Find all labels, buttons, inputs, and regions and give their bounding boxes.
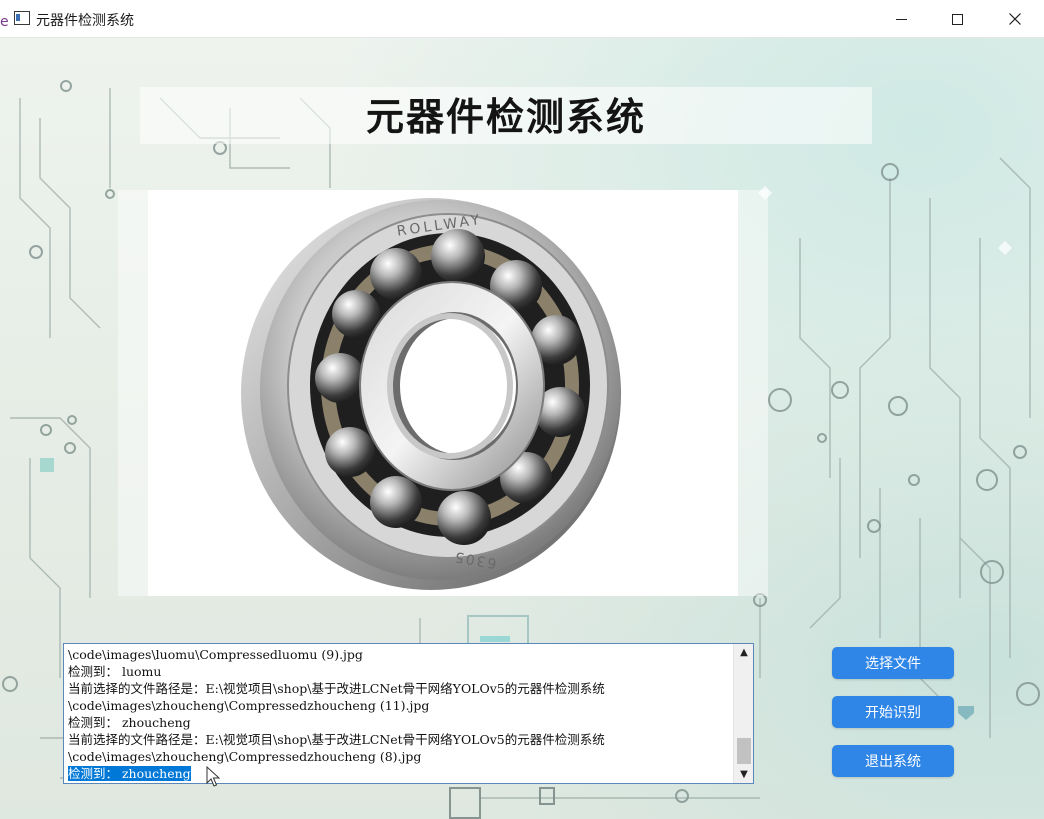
- app-window-icon: [14, 11, 30, 25]
- scroll-down-arrow-icon[interactable]: ▼: [734, 766, 754, 783]
- log-line: 检测到： luomu: [68, 664, 162, 679]
- log-scrollbar[interactable]: ▲ ▼: [733, 644, 753, 783]
- maximize-icon: [951, 13, 963, 25]
- log-line: \code\images\zhoucheng\Compressedzhouche…: [68, 749, 422, 764]
- log-lines: \code\images\luomu\Compressedluomu (9).j…: [68, 646, 732, 782]
- start-detect-button[interactable]: 开始识别: [832, 696, 954, 728]
- left-edge-artifacts: e: [0, 14, 9, 819]
- minimize-button[interactable]: [872, 0, 930, 38]
- edge-artifact: e: [0, 14, 9, 30]
- log-line-selected: 检测到： zhoucheng: [68, 765, 732, 782]
- maximize-button[interactable]: [928, 0, 986, 38]
- exit-system-button[interactable]: 退出系统: [832, 745, 954, 777]
- log-line: 检测到： zhoucheng: [68, 715, 191, 730]
- log-output-textarea[interactable]: \code\images\luomu\Compressedluomu (9).j…: [63, 643, 754, 784]
- log-line: 当前选择的文件路径是：E:\视觉项目\shop\基于改进LCNet骨干网络YOL…: [68, 732, 605, 747]
- log-line: \code\images\zhoucheng\Compressedzhouche…: [68, 698, 430, 713]
- minimize-icon: [895, 18, 907, 20]
- selected-text: 检测到： zhoucheng: [68, 766, 191, 781]
- log-line: 当前选择的文件路径是：E:\视觉项目\shop\基于改进LCNet骨干网络YOL…: [68, 681, 605, 696]
- close-button[interactable]: [986, 0, 1044, 38]
- mouse-cursor-icon: [206, 766, 221, 787]
- page-title: 元器件检测系统: [365, 95, 646, 139]
- detection-image-panel: ROLLWAY 6305: [148, 190, 738, 596]
- scroll-up-arrow-icon[interactable]: ▲: [734, 644, 754, 661]
- select-file-button[interactable]: 选择文件: [832, 647, 954, 679]
- bearing-image: ROLLWAY 6305: [241, 198, 621, 590]
- window-titlebar: 元器件检测系统: [0, 0, 1044, 38]
- log-line: \code\images\luomu\Compressedluomu (9).j…: [68, 647, 363, 662]
- scrollbar-thumb[interactable]: [737, 738, 751, 764]
- window-title: 元器件检测系统: [36, 13, 134, 29]
- close-icon: [1009, 13, 1021, 25]
